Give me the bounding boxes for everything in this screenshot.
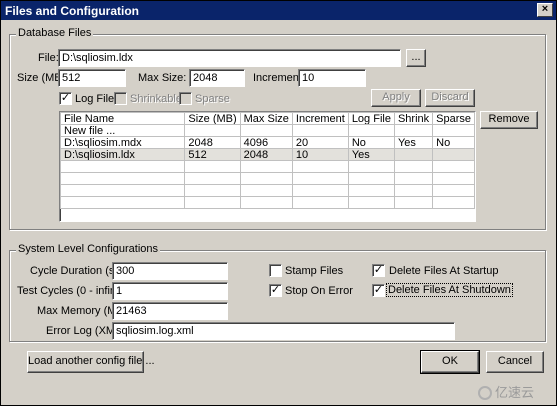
table-cell: 20 [291, 136, 349, 149]
watermark-text: 亿速云 [494, 385, 534, 400]
files-configuration-dialog: Files and Configuration × Database Files… [0, 0, 557, 406]
ok-button[interactable]: OK [420, 350, 480, 374]
error-log-input[interactable]: sqliosim.log.xml [112, 322, 455, 340]
table-cell [432, 148, 475, 161]
browse-button[interactable]: ... [406, 49, 426, 67]
database-files-group-title: Database Files [16, 27, 94, 39]
table-cell [393, 148, 434, 161]
column-header[interactable]: Max Size [239, 112, 293, 125]
table-cell: D:\sqliosim.ldx [60, 148, 186, 161]
table-cell [347, 124, 395, 137]
table-cell: 512 [184, 148, 241, 161]
system-config-group-title: System Level Configurations [16, 243, 161, 255]
size-input[interactable]: 512 [58, 69, 126, 87]
database-files-table[interactable]: File Name Size (MB) Max Size Increment L… [59, 111, 476, 222]
max-size-label: Max Size: [138, 72, 187, 84]
stop-on-error-checkbox[interactable]: ✓ [269, 284, 282, 297]
column-header[interactable]: Shrink [393, 112, 434, 125]
column-header[interactable]: File Name [60, 112, 186, 125]
table-cell: 2048 [184, 136, 241, 149]
max-size-input[interactable]: 2048 [189, 69, 245, 87]
table-cell: Yes [347, 148, 395, 161]
table-cell [393, 124, 434, 137]
shrinkable-label: Shrinkable [130, 93, 182, 105]
cycle-duration-input[interactable]: 300 [112, 262, 228, 280]
sparse-checkbox[interactable] [179, 92, 192, 105]
increment-input[interactable]: 10 [298, 69, 366, 87]
sparse-label: Sparse [195, 93, 230, 105]
discard-button[interactable]: Discard [425, 89, 475, 107]
column-header[interactable]: Sparse [432, 112, 475, 125]
table-cell [239, 124, 293, 137]
table-cell: 2048 [239, 148, 293, 161]
delete-shutdown-checkbox[interactable]: ✓ [372, 284, 385, 297]
title-bar: Files and Configuration × [1, 1, 556, 20]
table-header-row: File Name Size (MB) Max Size Increment L… [60, 112, 475, 125]
shrinkable-checkbox[interactable] [114, 92, 127, 105]
stamp-files-label: Stamp Files [285, 265, 344, 277]
table-cell: New file ... [60, 124, 186, 137]
apply-button[interactable]: Apply [371, 89, 421, 107]
table-row-empty[interactable] [60, 196, 475, 209]
cancel-button[interactable]: Cancel [486, 351, 544, 373]
table-cell: 4096 [239, 136, 293, 149]
file-input[interactable]: D:\sqliosim.ldx [58, 49, 401, 67]
log-file-label: Log File [75, 93, 115, 105]
table-cell [291, 124, 349, 137]
table-cell: D:\sqliosim.mdx [60, 136, 186, 149]
load-config-button[interactable]: Load another config file ... [27, 351, 155, 373]
table-cell [432, 124, 475, 137]
log-file-checkbox[interactable]: ✓ [59, 92, 72, 105]
delete-startup-checkbox[interactable]: ✓ [372, 264, 385, 277]
watermark: 亿速云 [477, 382, 534, 401]
file-label: File: [38, 52, 59, 64]
table-row-empty[interactable] [60, 172, 475, 185]
watermark-logo-icon [477, 386, 492, 400]
stop-on-error-label: Stop On Error [285, 285, 353, 297]
test-cycles-input[interactable]: 1 [112, 282, 228, 300]
table-cell: 10 [291, 148, 349, 161]
table-row[interactable]: D:\sqliosim.mdx 2048 4096 20 No Yes No [60, 136, 475, 149]
delete-shutdown-label: Delete Files At Shutdown [386, 283, 513, 297]
close-icon[interactable]: × [537, 3, 553, 17]
table-cell: No [432, 136, 475, 149]
remove-button[interactable]: Remove [480, 111, 538, 129]
column-header[interactable]: Log File [347, 112, 395, 125]
table-row-selected[interactable]: D:\sqliosim.ldx 512 2048 10 Yes [60, 148, 475, 161]
table-cell: No [347, 136, 395, 149]
table-row-empty[interactable] [60, 160, 475, 173]
files-table: File Name Size (MB) Max Size Increment L… [60, 112, 475, 209]
table-row[interactable]: New file ... [60, 124, 475, 137]
table-cell: Yes [393, 136, 434, 149]
column-header[interactable]: Size (MB) [184, 112, 241, 125]
column-header[interactable]: Increment [291, 112, 349, 125]
table-row-empty[interactable] [60, 184, 475, 197]
window-title: Files and Configuration [5, 4, 139, 18]
table-cell [184, 124, 241, 137]
delete-startup-label: Delete Files At Startup [389, 265, 499, 277]
stamp-files-checkbox[interactable] [269, 264, 282, 277]
max-memory-input[interactable]: 21463 [112, 302, 228, 320]
